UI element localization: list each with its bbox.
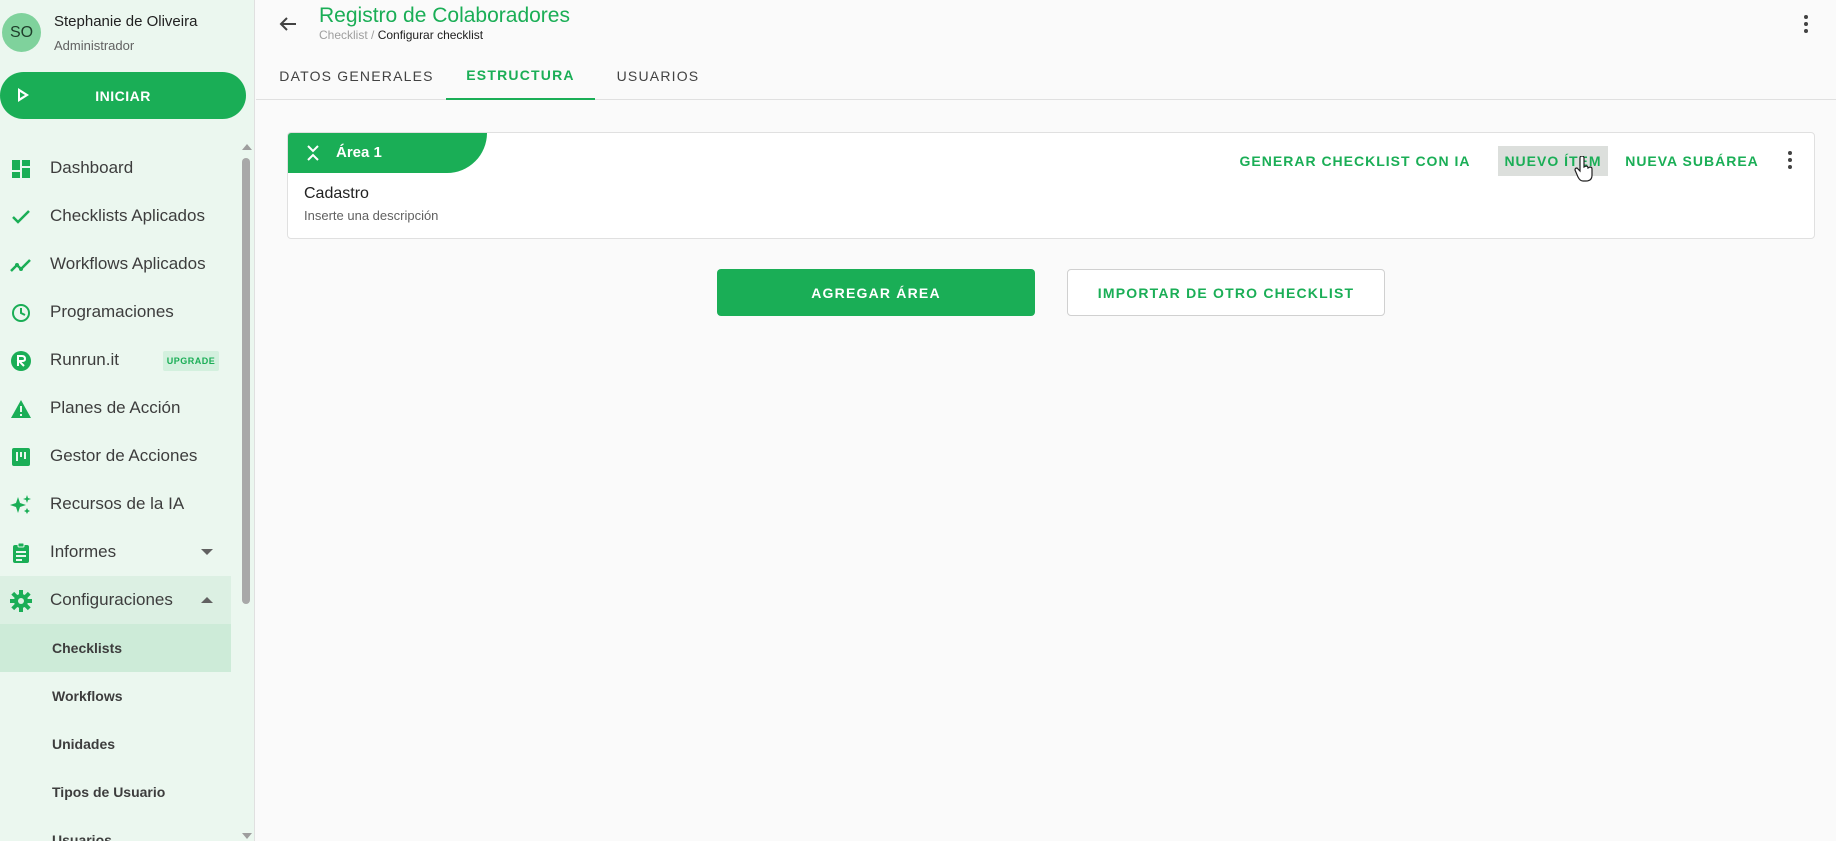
trending-icon — [10, 254, 32, 276]
sidebar-item-dashboard[interactable]: Dashboard — [0, 144, 231, 192]
start-button[interactable]: INICIAR — [0, 72, 246, 119]
upgrade-badge[interactable]: UPGRADE — [163, 351, 219, 371]
breadcrumb-item-current: Configurar checklist — [377, 28, 484, 42]
sidebar-item-label: Informes — [50, 542, 117, 561]
user-name: Stephanie de Oliveira — [54, 13, 198, 30]
breadcrumb: Checklist / Configurar checklist — [319, 28, 483, 42]
sidebar-item-workflows-aplicados[interactable]: Workflows Aplicados — [0, 240, 231, 288]
area-more-options-icon[interactable] — [1780, 148, 1800, 172]
sidebar-item-recursos-ia[interactable]: Recursos de la IA — [0, 480, 231, 528]
sidebar-subitem-label: Tipos de Usuario — [52, 784, 166, 800]
sidebar-subitem-checklists[interactable]: Checklists — [0, 624, 231, 672]
sidebar-item-planes-de-accion[interactable]: Planes de Acción — [0, 384, 231, 432]
sidebar-item-label: Gestor de Acciones — [50, 446, 198, 465]
sidebar-item-label: Workflows Aplicados — [50, 254, 206, 273]
sidebar-subitem-label: Usuarios — [52, 832, 112, 841]
sidebar-subitem-label: Unidades — [52, 736, 116, 752]
sidebar-item-label: Checklists Aplicados — [50, 206, 205, 225]
area-description[interactable]: Inserte una descripción — [304, 208, 438, 223]
back-arrow-icon[interactable] — [276, 12, 300, 36]
gear-icon — [10, 590, 32, 612]
sidebar-item-configuraciones[interactable]: Configuraciones — [0, 576, 231, 624]
sidebar-subitem-usuarios[interactable]: Usuarios — [0, 816, 231, 841]
scroll-down-arrow-icon[interactable] — [242, 833, 252, 839]
area-tag-label: Área 1 — [336, 144, 382, 161]
scroll-up-arrow-icon[interactable] — [242, 144, 252, 150]
clipboard-icon — [10, 542, 32, 564]
sidebar-item-label: Configuraciones — [50, 590, 173, 609]
sidebar: SO Stephanie de Oliveira Administrador I… — [0, 0, 255, 841]
dashboard-icon — [10, 158, 32, 180]
breadcrumb-item-checklist[interactable]: Checklist — [319, 28, 368, 42]
sidebar-scrollbar[interactable] — [239, 142, 253, 841]
play-icon — [18, 88, 29, 102]
collapse-icon[interactable] — [305, 144, 321, 162]
generate-checklist-ai-button[interactable]: GENERAR CHECKLIST CON IA — [1240, 146, 1470, 176]
chevron-up-icon — [201, 597, 213, 603]
check-icon — [10, 206, 32, 228]
clock-icon — [10, 302, 32, 324]
page-title: Registro de Colaboradores — [319, 4, 570, 27]
sidebar-subitem-unidades[interactable]: Unidades — [0, 720, 231, 768]
import-checklist-button[interactable]: IMPORTAR DE OTRO CHECKLIST — [1067, 269, 1385, 316]
sparkle-icon — [10, 494, 32, 516]
sidebar-item-label: Planes de Acción — [50, 398, 181, 417]
sidebar-item-label: Dashboard — [50, 158, 134, 177]
start-button-label: INICIAR — [95, 87, 151, 104]
user-profile[interactable]: SO Stephanie de Oliveira Administrador — [0, 0, 240, 62]
more-options-icon[interactable] — [1796, 12, 1816, 36]
area-title[interactable]: Cadastro — [304, 185, 369, 203]
sidebar-item-label: Runrun.it — [50, 350, 119, 369]
page-header: Registro de Colaboradores Checklist / Co… — [256, 0, 1836, 100]
new-subarea-button[interactable]: NUEVA SUBÁREA — [1621, 146, 1763, 176]
tab-usuarios[interactable]: USUARIOS — [596, 52, 720, 100]
chevron-down-icon — [201, 549, 213, 555]
sidebar-subitem-label: Checklists — [52, 640, 123, 656]
sidebar-subitem-workflows[interactable]: Workflows — [0, 672, 231, 720]
avatar: SO — [2, 13, 41, 52]
breadcrumb-separator: / — [367, 28, 378, 42]
sidebar-item-programaciones[interactable]: Programaciones — [0, 288, 231, 336]
sidebar-item-label: Recursos de la IA — [50, 494, 185, 513]
sidebar-item-gestor-de-acciones[interactable]: Gestor de Acciones — [0, 432, 231, 480]
kanban-icon — [10, 446, 32, 468]
hand-cursor-icon — [1574, 155, 1594, 182]
sidebar-subitem-tipos-de-usuario[interactable]: Tipos de Usuario — [0, 768, 231, 816]
user-role: Administrador — [54, 38, 135, 53]
sidebar-item-checklists-aplicados[interactable]: Checklists Aplicados — [0, 192, 231, 240]
area-card: Área 1 GENERAR CHECKLIST CON IA NUEVO ÍT… — [287, 132, 1815, 239]
sidebar-subitem-label: Workflows — [52, 688, 123, 704]
sidebar-item-label: Programaciones — [50, 302, 174, 321]
tab-estructura[interactable]: ESTRUCTURA — [446, 52, 595, 100]
runrun-logo-icon — [10, 350, 32, 372]
sidebar-item-informes[interactable]: Informes — [0, 528, 231, 576]
scroll-thumb[interactable] — [242, 158, 250, 604]
add-area-button[interactable]: AGREGAR ÁREA — [717, 269, 1035, 316]
area-tag[interactable]: Área 1 — [288, 133, 487, 173]
warning-icon — [10, 398, 32, 420]
tab-datos-generales[interactable]: DATOS GENERALES — [264, 52, 449, 100]
sidebar-item-runrun[interactable]: Runrun.it UPGRADE — [0, 336, 231, 384]
